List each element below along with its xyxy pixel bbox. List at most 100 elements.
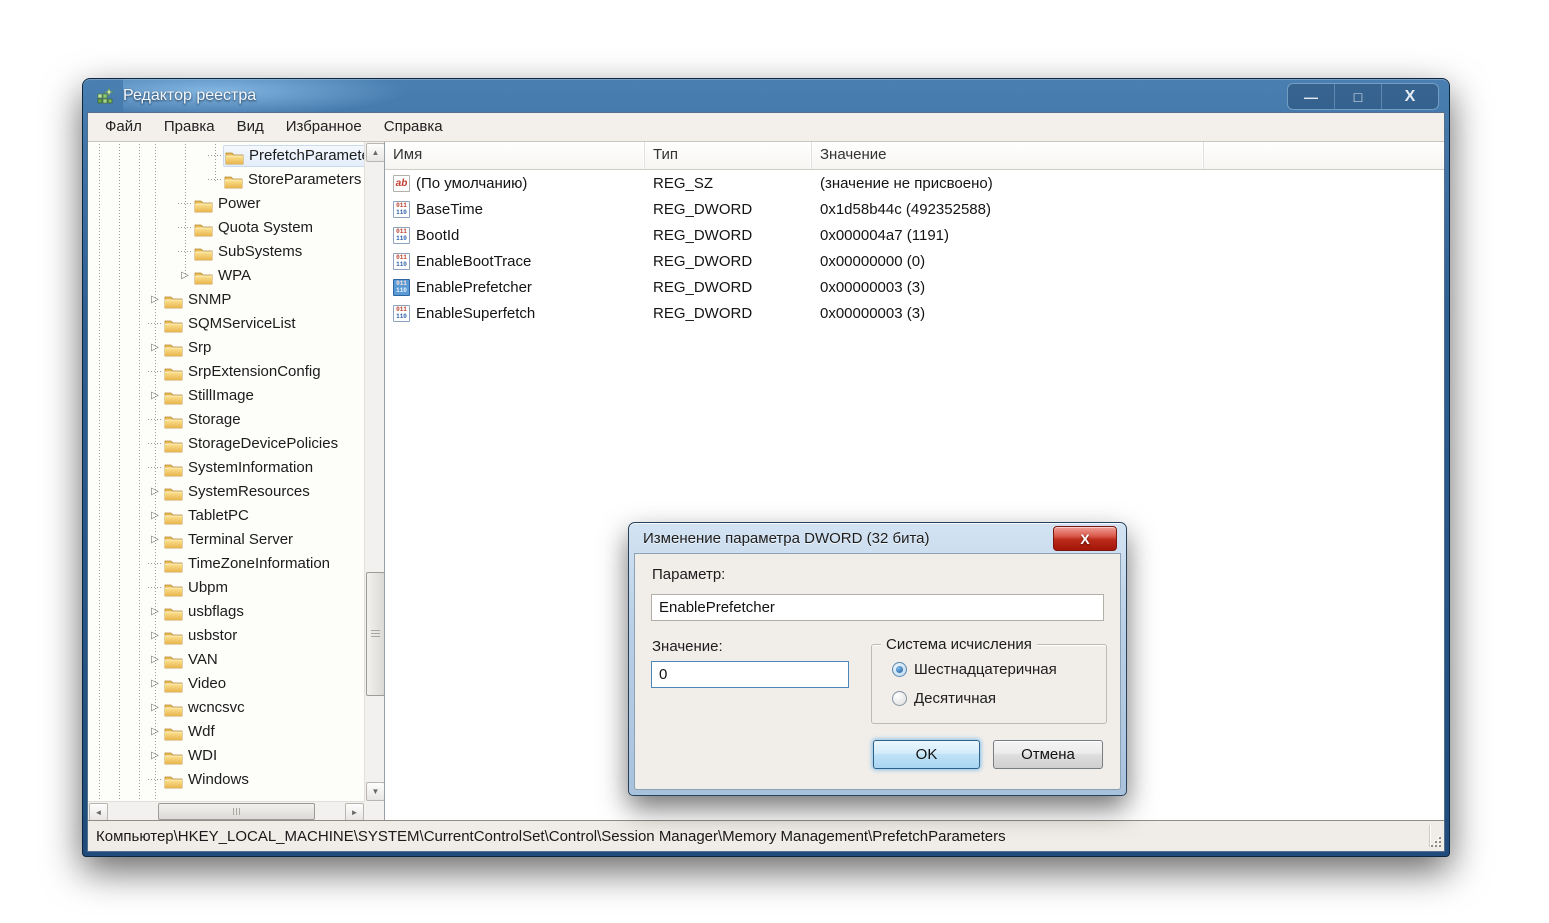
tree-item-content: SrpExtensionConfig [163,362,324,382]
folder-icon [164,773,183,788]
tree-item-Windows[interactable]: Windows [88,768,384,792]
tree-item-SQMServiceList[interactable]: SQMServiceList [88,312,384,336]
folder-icon [164,485,183,500]
tree-horizontal-scrollbar[interactable]: ◄ ► [88,801,365,820]
tree-item-Wdf[interactable]: ▷ Wdf [88,720,384,744]
registry-value-row-EnableSuperfetch[interactable]: 011 110 EnableSuperfetch REG_DWORD 0x0000000… [385,300,1444,326]
expand-collapsed-icon[interactable]: ▷ [147,480,163,504]
tree-item-SNMP[interactable]: ▷ SNMP [88,288,384,312]
radio-unselected-icon[interactable] [892,691,907,706]
expand-collapsed-icon[interactable]: ▷ [147,648,163,672]
tree-connector [147,312,163,336]
tree-item-content: TabletPC [163,506,252,526]
radio-selected-icon[interactable] [892,662,907,677]
expand-collapsed-icon[interactable]: ▷ [147,672,163,696]
tree-item-VAN[interactable]: ▷ VAN [88,648,384,672]
tree-item-SrpExtensionConfig[interactable]: SrpExtensionConfig [88,360,384,384]
tree-item-wcncsvc[interactable]: ▷ wcncsvc [88,696,384,720]
expand-collapsed-icon[interactable]: ▷ [147,696,163,720]
tree-item-WDI[interactable]: ▷ WDI [88,744,384,768]
cancel-button[interactable]: Отмена [993,740,1103,769]
tree-item-content: usbflags [163,602,247,622]
column-header-Имя[interactable]: Имя [385,142,645,169]
tree-item-Storage[interactable]: Storage [88,408,384,432]
menu-item-Избранное[interactable]: Избранное [275,113,373,141]
tree-vertical-scrollbar[interactable]: ▲ ▼ [364,142,384,802]
value-input[interactable]: 0 [651,661,849,688]
value-name-cell: 011 110 EnablePrefetcher [385,278,645,296]
radio-decimal[interactable]: Десятичная [892,690,996,707]
tree-item-Power[interactable]: Power [88,192,384,216]
expand-collapsed-icon[interactable]: ▷ [177,264,193,288]
folder-icon [194,245,213,260]
expand-collapsed-icon[interactable]: ▷ [147,336,163,360]
tree-item-Srp[interactable]: ▷ Srp [88,336,384,360]
scroll-down-icon[interactable]: ▼ [366,782,384,801]
folder-icon [164,461,183,476]
tree-item-SystemResources[interactable]: ▷ SystemResources [88,480,384,504]
expand-collapsed-icon[interactable]: ▷ [147,720,163,744]
expand-collapsed-icon[interactable]: ▷ [147,744,163,768]
tree-item-TabletPC[interactable]: ▷ TabletPC [88,504,384,528]
tree-item-Ubpm[interactable]: Ubpm [88,576,384,600]
scroll-right-icon[interactable]: ► [345,803,364,820]
tree-item-PrefetchParameters[interactable]: PrefetchParameters [88,144,384,168]
folder-icon [225,149,244,164]
title-bar[interactable]: Редактор реестра — □ X [83,79,1449,112]
registry-value-row-BaseTime[interactable]: 011 110 BaseTime REG_DWORD 0x1d58b44c (49235… [385,196,1444,222]
tree-item-SystemInformation[interactable]: SystemInformation [88,456,384,480]
registry-value-row-EnablePrefetcher[interactable]: 011 110 EnablePrefetcher REG_DWORD 0x0000000… [385,274,1444,300]
dialog-close-icon[interactable]: X [1053,526,1117,551]
registry-value-row-BootId[interactable]: 011 110 BootId REG_DWORD 0x000004a7 (1191) [385,222,1444,248]
tree-item-label: Terminal Server [188,531,294,548]
tree-item-Terminal Server[interactable]: ▷ Terminal Server [88,528,384,552]
menu-item-Справка[interactable]: Справка [373,113,454,141]
tree-vscroll-thumb[interactable] [366,572,384,696]
close-button[interactable]: X [1381,84,1438,109]
folder-icon [164,317,183,332]
tree-item-SubSystems[interactable]: SubSystems [88,240,384,264]
param-name-field[interactable]: EnablePrefetcher [651,594,1104,621]
column-header-Тип[interactable]: Тип [645,142,812,169]
tree-item-WPA[interactable]: ▷ WPA [88,264,384,288]
radio-hexadecimal[interactable]: Шестнадцатеричная [892,661,1057,678]
tree-item-TimeZoneInformation[interactable]: TimeZoneInformation [88,552,384,576]
dialog-title-bar[interactable]: Изменение параметра DWORD (32 бита) X [629,523,1126,553]
minimize-button[interactable]: — [1288,84,1334,109]
tree-item-label: Ubpm [188,579,229,596]
tree-item-content: SystemResources [163,482,313,502]
expand-collapsed-icon[interactable]: ▷ [147,288,163,312]
expand-collapsed-icon[interactable]: ▷ [147,600,163,624]
tree-item-label: usbflags [188,603,244,620]
folder-icon [164,605,183,620]
tree-item-Quota System[interactable]: Quota System [88,216,384,240]
registry-editor-window: Редактор реестра — □ X Файл Правка Вид Избр… [82,78,1450,857]
expand-collapsed-icon[interactable]: ▷ [147,384,163,408]
expand-collapsed-icon[interactable]: ▷ [147,528,163,552]
folder-icon [164,293,183,308]
menu-item-Вид[interactable]: Вид [226,113,275,141]
tree-item-usbflags[interactable]: ▷ usbflags [88,600,384,624]
tree-item-StoreParameters[interactable]: StoreParameters [88,168,384,192]
tree-item-content: Windows [163,770,252,790]
registry-value-row-EnableBootTrace[interactable]: 011 110 EnableBootTrace REG_DWORD 0x00000000… [385,248,1444,274]
menu-item-Правка[interactable]: Правка [153,113,226,141]
tree-item-label: SubSystems [218,243,303,260]
column-header-Значение[interactable]: Значение [812,142,1204,169]
maximize-button[interactable]: □ [1334,84,1381,109]
ok-button[interactable]: OK [873,740,980,769]
expand-collapsed-icon[interactable]: ▷ [147,504,163,528]
resize-grip-icon[interactable] [1430,836,1442,848]
tree-item-usbstor[interactable]: ▷ usbstor [88,624,384,648]
tree-hscroll-thumb[interactable] [158,803,315,820]
registry-value-row-(По умолчанию)[interactable]: ab (По умолчанию) REG_SZ (значение не присв… [385,170,1444,196]
expand-collapsed-icon[interactable]: ▷ [147,624,163,648]
tree-item-StorageDevicePolicies[interactable]: StorageDevicePolicies [88,432,384,456]
folder-icon [194,221,213,236]
tree-item-Video[interactable]: ▷ Video [88,672,384,696]
scroll-left-icon[interactable]: ◄ [89,803,108,820]
tree-item-StillImage[interactable]: ▷ StillImage [88,384,384,408]
menu-item-Файл[interactable]: Файл [94,113,153,141]
scroll-up-icon[interactable]: ▲ [366,143,384,162]
value-type-cell: REG_DWORD [653,252,753,270]
